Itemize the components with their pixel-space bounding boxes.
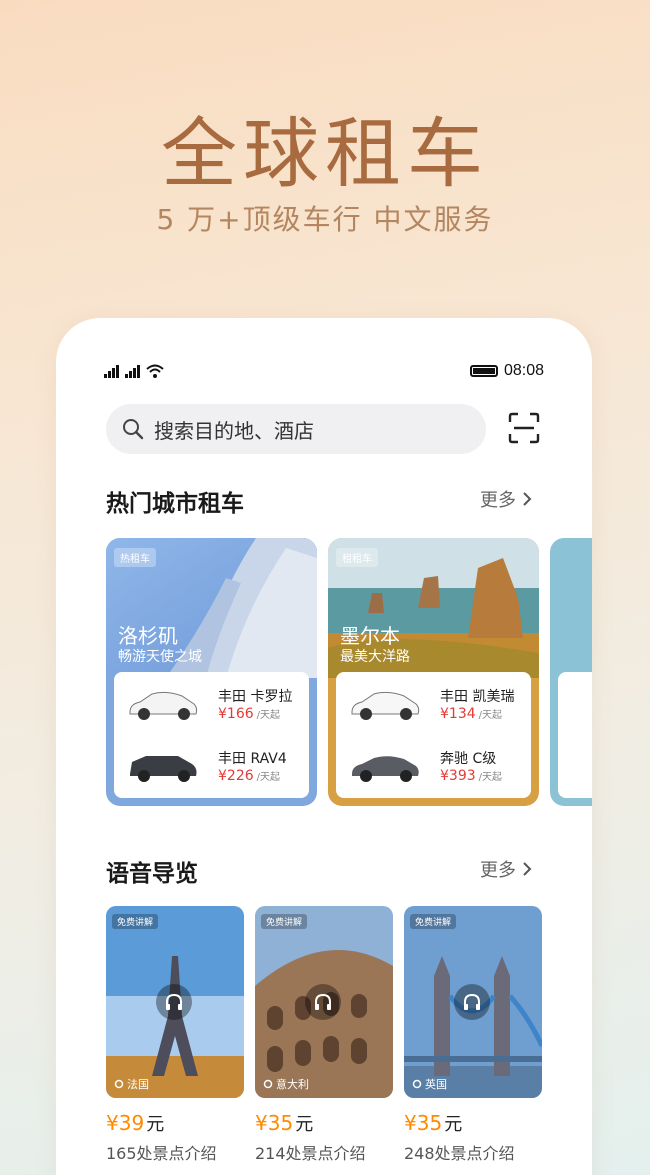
car-name: 丰田 RAV4 <box>218 751 287 767</box>
country-name: 意大利 <box>276 1078 309 1091</box>
car-price: ¥166/天起 <box>218 706 280 722</box>
car-image <box>352 756 419 782</box>
city-card-melbourne[interactable]: 租租车 墨尔本 最美大洋路 丰田 凯美瑞 ¥134/天起 奔驰 C级 ¥393/… <box>328 538 539 806</box>
price-value: ¥226 <box>218 768 254 784</box>
car-list: 丰田 卡罗拉 ¥166/天起 丰田 RAV4 ¥226/天起 <box>114 672 309 798</box>
more-label: 更多 <box>480 490 516 511</box>
car-name: 丰田 卡罗拉 <box>218 689 293 705</box>
hero-subtitle: 5 万+顶级车行 中文服务 <box>156 203 494 236</box>
status-time: 08:08 <box>503 362 544 379</box>
tour-price: ¥35 元 <box>404 1110 542 1136</box>
more-label: 更多 <box>480 860 516 881</box>
phone-screen: 08:08 搜索目的地、酒店 热门城市租车 更多 热租车 洛杉矶 畅游天使之城 <box>56 318 592 1175</box>
tour-tag: 免费讲解 <box>112 914 159 929</box>
price-unit: /天起 <box>478 710 503 721</box>
city-name: 洛杉矶 <box>118 624 178 648</box>
tour-country: 法国 <box>114 1076 149 1092</box>
audio-guide-more-link[interactable]: 更多 <box>480 856 532 882</box>
tour-country: 意大利 <box>263 1076 309 1092</box>
price-value: ¥35 <box>404 1111 443 1135</box>
tour-tag: 免费讲解 <box>410 914 457 929</box>
signal-icon <box>104 364 164 378</box>
audio-guide-card-uk[interactable]: 免费讲解 英国 ¥35 元 248处景点介绍 <box>404 906 542 1164</box>
car-price: ¥393/天起 <box>440 768 502 784</box>
chevron-right-icon <box>523 492 532 506</box>
car-item[interactable]: 奔驰 C级 ¥393/天起 <box>336 736 531 796</box>
tour-photo: 免费讲解 意大利 <box>255 906 393 1098</box>
car-name: 奔驰 C级 <box>440 751 497 767</box>
headphone-icon[interactable] <box>156 984 192 1020</box>
tour-count: 165处景点介绍 <box>106 1144 217 1163</box>
headphone-icon[interactable] <box>454 984 490 1020</box>
audio-guide-card-italy[interactable]: 免费讲解 意大利 ¥35 元 214处景点介绍 <box>255 906 393 1164</box>
car-price: ¥226/天起 <box>218 768 280 784</box>
price-unit: /天起 <box>256 710 281 721</box>
tour-price: ¥39 元 <box>106 1110 244 1136</box>
price-value: ¥39 <box>106 1111 145 1135</box>
battery-icon <box>469 365 498 377</box>
country-name: 法国 <box>127 1078 149 1091</box>
search-bar[interactable]: 搜索目的地、酒店 <box>106 404 486 454</box>
price-unit: 元 <box>146 1114 165 1135</box>
tour-count: 214处景点介绍 <box>255 1144 366 1163</box>
car-list <box>558 672 592 798</box>
tour-country: 英国 <box>412 1076 447 1092</box>
status-bar: 08:08 <box>104 362 544 384</box>
car-image <box>351 691 420 720</box>
hot-cities-more-link[interactable]: 更多 <box>480 486 532 512</box>
tour-tag: 免费讲解 <box>261 914 308 929</box>
car-item[interactable]: 丰田 卡罗拉 ¥166/天起 <box>114 674 309 734</box>
hero-title: 全球租车 <box>161 109 489 198</box>
tour-photo: 免费讲解 法国 <box>106 906 244 1098</box>
price-unit: 元 <box>295 1114 314 1135</box>
price-value: ¥35 <box>255 1111 294 1135</box>
location-icon <box>114 1079 124 1089</box>
hot-cities-title: 热门城市租车 <box>106 491 244 517</box>
search-icon <box>123 419 144 440</box>
tour-photo: 免费讲解 英国 <box>404 906 542 1098</box>
city-card-partial[interactable] <box>550 538 592 806</box>
audio-guide-card-france[interactable]: 免费讲解 法国 ¥39 元 165处景点介绍 <box>106 906 244 1164</box>
audio-guide-title: 语音导览 <box>106 861 198 887</box>
location-icon <box>263 1079 273 1089</box>
car-item[interactable]: 丰田 RAV4 ¥226/天起 <box>114 736 309 796</box>
price-unit: /天起 <box>256 772 281 783</box>
car-name: 丰田 凯美瑞 <box>440 689 515 705</box>
tour-count: 248处景点介绍 <box>404 1144 515 1163</box>
car-price: ¥134/天起 <box>440 706 502 722</box>
tour-price: ¥35 元 <box>255 1110 393 1136</box>
car-list: 丰田 凯美瑞 ¥134/天起 奔驰 C级 ¥393/天起 <box>336 672 531 798</box>
city-tag: 租租车 <box>336 548 378 567</box>
city-card-los-angeles[interactable]: 热租车 洛杉矶 畅游天使之城 丰田 卡罗拉 ¥166/天起 丰田 RAV4 ¥2… <box>106 538 317 806</box>
price-unit: 元 <box>444 1114 463 1135</box>
location-icon <box>412 1079 422 1089</box>
price-value: ¥134 <box>440 706 476 722</box>
price-value: ¥166 <box>218 706 254 722</box>
city-name: 墨尔本 <box>340 624 400 648</box>
car-image <box>130 756 197 782</box>
city-desc: 最美大洋路 <box>340 649 410 665</box>
price-unit: /天起 <box>478 772 503 783</box>
wifi-icon <box>146 364 164 378</box>
car-item[interactable]: 丰田 凯美瑞 ¥134/天起 <box>336 674 531 734</box>
headphone-icon[interactable] <box>305 984 341 1020</box>
country-name: 英国 <box>425 1078 447 1091</box>
car-image <box>129 691 198 720</box>
chevron-right-icon <box>523 862 532 876</box>
price-value: ¥393 <box>440 768 476 784</box>
city-tag: 热租车 <box>114 548 156 567</box>
city-desc: 畅游天使之城 <box>118 649 202 665</box>
search-placeholder: 搜索目的地、酒店 <box>154 418 314 443</box>
scan-icon[interactable] <box>508 412 540 444</box>
